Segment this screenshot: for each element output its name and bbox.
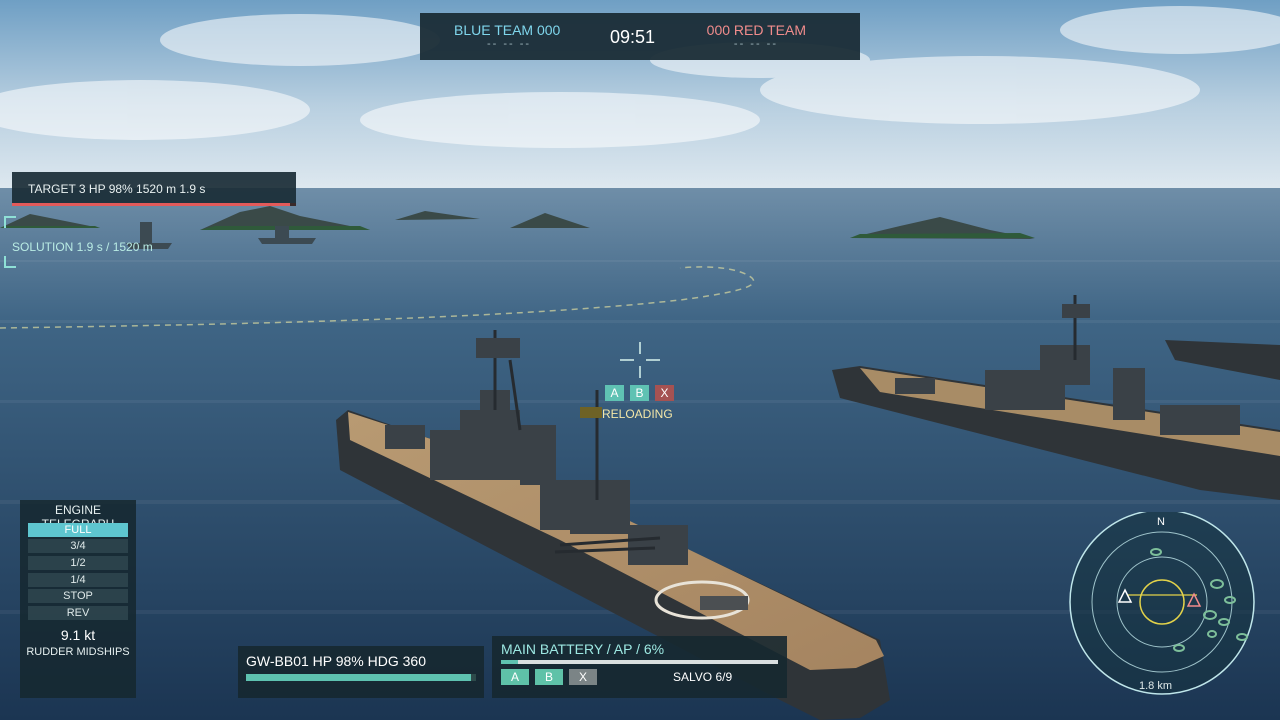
weapon-reload-bar bbox=[501, 660, 778, 664]
telegraph-reverse[interactable]: REV bbox=[28, 606, 128, 620]
weapon-reload-fill bbox=[501, 660, 518, 664]
weapon-title: MAIN BATTERY / AP / 6% bbox=[501, 641, 665, 657]
telegraph-quarter[interactable]: 1/4 bbox=[28, 573, 128, 587]
telegraph-half[interactable]: 1/2 bbox=[28, 556, 128, 570]
red-team-score: 000 RED TEAM bbox=[706, 22, 806, 38]
ammo-slot-x[interactable]: X bbox=[655, 385, 674, 401]
reload-label: RELOADING bbox=[602, 407, 673, 421]
ship-status-panel: GW-BB01 HP 98% HDG 360 bbox=[238, 646, 484, 698]
telegraph-stop[interactable]: STOP bbox=[28, 589, 128, 603]
match-timer: 09:51 bbox=[610, 27, 656, 47]
minimap-range-label: 1.8 km bbox=[1139, 680, 1173, 692]
target-info-text: TARGET 3 HP 98% 1520 m 1.9 s bbox=[28, 182, 206, 196]
scoreboard: BLUE TEAM 000 -- -- -- 09:51 000 RED TEA… bbox=[420, 13, 860, 60]
crosshair-icon bbox=[620, 342, 660, 378]
target-bracket-icon bbox=[4, 216, 16, 228]
salvo-count: SALVO 6/9 bbox=[673, 670, 733, 684]
telegraph-full[interactable]: FULL bbox=[28, 523, 128, 537]
firing-solution: SOLUTION 1.9 s / 1520 m bbox=[12, 240, 153, 254]
red-team-status: -- -- -- bbox=[733, 38, 778, 50]
ammo-slot-a[interactable]: A bbox=[605, 385, 624, 401]
blue-team-status: -- -- -- bbox=[487, 38, 532, 50]
reload-indicator bbox=[580, 407, 602, 418]
target-hp-bar bbox=[12, 203, 296, 206]
speed-readout: 9.1 kt bbox=[60, 627, 96, 643]
rudder-readout: RUDDER MIDSHIPS bbox=[26, 646, 130, 658]
target-bracket-icon bbox=[4, 256, 16, 268]
target-info-panel: TARGET 3 HP 98% 1520 m 1.9 s bbox=[12, 172, 296, 206]
ship-hp-bar bbox=[246, 674, 476, 681]
weapon-slot-x[interactable]: X bbox=[569, 669, 597, 685]
minimap-north-label: N bbox=[1157, 516, 1165, 528]
blue-team-score: BLUE TEAM 000 bbox=[454, 22, 561, 38]
telegraph-three-quarter[interactable]: 3/4 bbox=[28, 539, 128, 553]
target-hp-fill bbox=[12, 203, 291, 206]
ammo-slot-b[interactable]: B bbox=[630, 385, 649, 401]
weapon-slot-a[interactable]: A bbox=[501, 669, 529, 685]
ship-hp-fill bbox=[246, 674, 472, 681]
engine-telegraph: ENGINE TELEGRAPH FULL 3/4 1/2 1/4 STOP R… bbox=[20, 500, 136, 698]
minimap-compass[interactable] bbox=[1067, 512, 1257, 702]
weapon-slot-b[interactable]: B bbox=[535, 669, 563, 685]
ship-status-text: GW-BB01 HP 98% HDG 360 bbox=[246, 653, 427, 669]
weapon-panel: MAIN BATTERY / AP / 6% A B X SALVO 6/9 bbox=[492, 636, 787, 698]
